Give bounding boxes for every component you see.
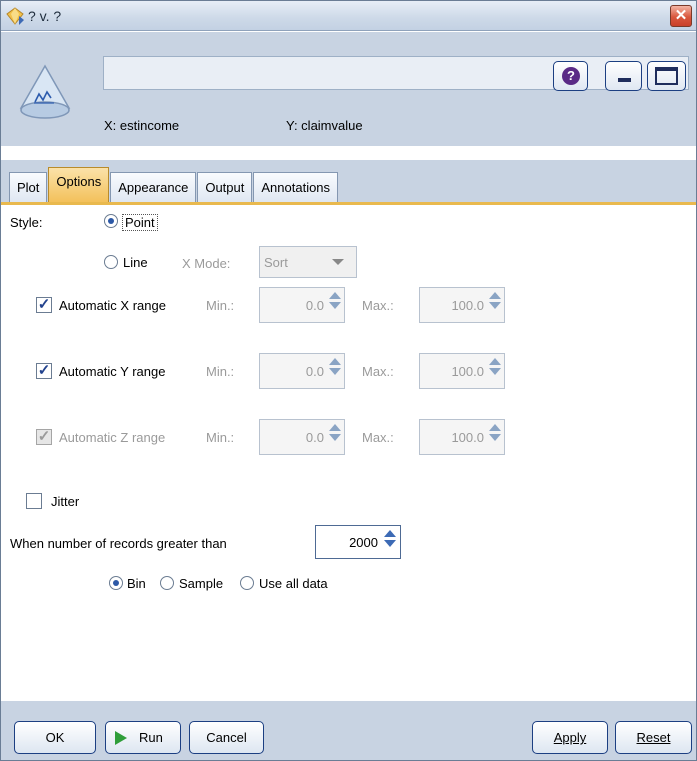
minimize-button[interactable] — [605, 61, 642, 91]
spin-down-icon — [329, 434, 341, 441]
node-header: ? X: estincome Y: claimvalue — [1, 32, 696, 146]
spin-down-icon[interactable] — [329, 368, 341, 375]
x-min-label: Min.: — [206, 298, 235, 313]
style-point-radio[interactable] — [104, 214, 118, 228]
style-label: Style: — [10, 215, 43, 230]
plot-dialog-window: ? v. ? ✕ ? X: estincome Y: claimvalue Pl… — [0, 0, 697, 761]
spin-up-icon[interactable] — [384, 530, 396, 537]
x-max-value: 100.0 — [451, 298, 484, 313]
spin-up-icon[interactable] — [489, 292, 501, 299]
apply-button[interactable]: Apply — [532, 721, 608, 754]
y-min-value: 0.0 — [305, 364, 324, 379]
tab-strip: Plot Options Appearance Output Annotatio… — [1, 160, 696, 202]
auto-z-range-checkbox: ✓ — [36, 428, 52, 445]
spin-down-icon[interactable] — [384, 540, 396, 547]
spin-down-icon[interactable] — [489, 302, 501, 309]
close-icon: ✕ — [674, 7, 688, 24]
ok-button[interactable]: OK — [14, 721, 96, 754]
y-min-label: Min.: — [206, 364, 235, 379]
records-threshold-label: When number of records greater than — [10, 536, 227, 551]
window-title: ? v. ? — [28, 8, 62, 24]
records-threshold-value: 2000 — [349, 535, 378, 550]
y-field-label: Y: claimvalue — [286, 118, 363, 133]
spin-up-icon — [489, 424, 501, 431]
close-button[interactable]: ✕ — [670, 5, 692, 27]
spin-up-icon[interactable] — [489, 358, 501, 365]
chevron-down-icon — [332, 259, 344, 265]
auto-y-range-checkbox[interactable]: ✓ — [36, 363, 52, 379]
z-min-value: 0.0 — [305, 430, 324, 445]
sample-radio[interactable] — [160, 576, 174, 590]
use-all-data-radio[interactable] — [240, 576, 254, 590]
diamond-node-icon — [6, 7, 24, 25]
node-name-field[interactable] — [103, 56, 689, 90]
run-label: Run — [139, 730, 163, 745]
tab-annotations[interactable]: Annotations — [253, 172, 339, 202]
z-min-label: Min.: — [206, 430, 235, 445]
style-line-label[interactable]: Line — [123, 255, 148, 270]
spin-down-icon[interactable] — [489, 368, 501, 375]
style-line-radio[interactable] — [104, 255, 118, 269]
sample-label[interactable]: Sample — [179, 576, 223, 591]
dialog-footer: OK Run Cancel Apply Reset — [1, 701, 696, 760]
auto-z-range-label: Automatic Z range — [59, 430, 166, 445]
title-bar: ? v. ? ✕ — [1, 1, 696, 31]
auto-x-range-label: Automatic X range — [59, 298, 166, 313]
run-button[interactable]: Run — [105, 721, 181, 754]
plot-node-icon — [19, 64, 71, 119]
y-max-spinner[interactable]: 100.0 — [419, 353, 505, 389]
records-threshold-spinner[interactable]: 2000 — [315, 525, 401, 559]
z-max-spinner: 100.0 — [419, 419, 505, 455]
tab-appearance[interactable]: Appearance — [110, 172, 197, 202]
help-icon: ? — [562, 67, 580, 85]
bin-label[interactable]: Bin — [127, 576, 146, 591]
tab-output[interactable]: Output — [197, 172, 253, 202]
x-mode-select[interactable]: Sort — [259, 246, 357, 278]
x-min-spinner[interactable]: 0.0 — [259, 287, 345, 323]
x-min-value: 0.0 — [305, 298, 324, 313]
x-max-label: Max.: — [362, 298, 394, 313]
minimize-icon — [618, 78, 631, 82]
tab-options[interactable]: Options — [48, 167, 110, 202]
options-panel: Style: Point Line X Mode: Sort ✓ Automat… — [1, 205, 696, 701]
spin-down-icon — [489, 434, 501, 441]
z-max-label: Max.: — [362, 430, 394, 445]
z-max-value: 100.0 — [451, 430, 484, 445]
spin-down-icon[interactable] — [329, 302, 341, 309]
help-button[interactable]: ? — [553, 61, 588, 91]
spin-up-icon[interactable] — [329, 358, 341, 365]
bin-radio[interactable] — [109, 576, 123, 590]
reset-button[interactable]: Reset — [615, 721, 692, 754]
auto-x-range-checkbox[interactable]: ✓ — [36, 297, 52, 313]
y-max-label: Max.: — [362, 364, 394, 379]
spin-up-icon[interactable] — [329, 292, 341, 299]
style-point-label[interactable]: Point — [122, 214, 158, 231]
maximize-icon — [655, 67, 678, 85]
use-all-data-label[interactable]: Use all data — [259, 576, 328, 591]
x-mode-value: Sort — [264, 255, 288, 270]
y-max-value: 100.0 — [451, 364, 484, 379]
tab-plot[interactable]: Plot — [9, 172, 48, 202]
play-icon — [115, 731, 127, 745]
x-max-spinner[interactable]: 100.0 — [419, 287, 505, 323]
jitter-checkbox[interactable] — [26, 493, 42, 509]
y-min-spinner[interactable]: 0.0 — [259, 353, 345, 389]
z-min-spinner: 0.0 — [259, 419, 345, 455]
auto-y-range-label: Automatic Y range — [59, 364, 166, 379]
x-mode-label: X Mode: — [182, 256, 231, 271]
x-field-label: X: estincome — [104, 118, 180, 133]
maximize-button[interactable] — [647, 61, 686, 91]
jitter-label: Jitter — [51, 494, 80, 509]
cancel-button[interactable]: Cancel — [189, 721, 264, 754]
spin-up-icon — [329, 424, 341, 431]
